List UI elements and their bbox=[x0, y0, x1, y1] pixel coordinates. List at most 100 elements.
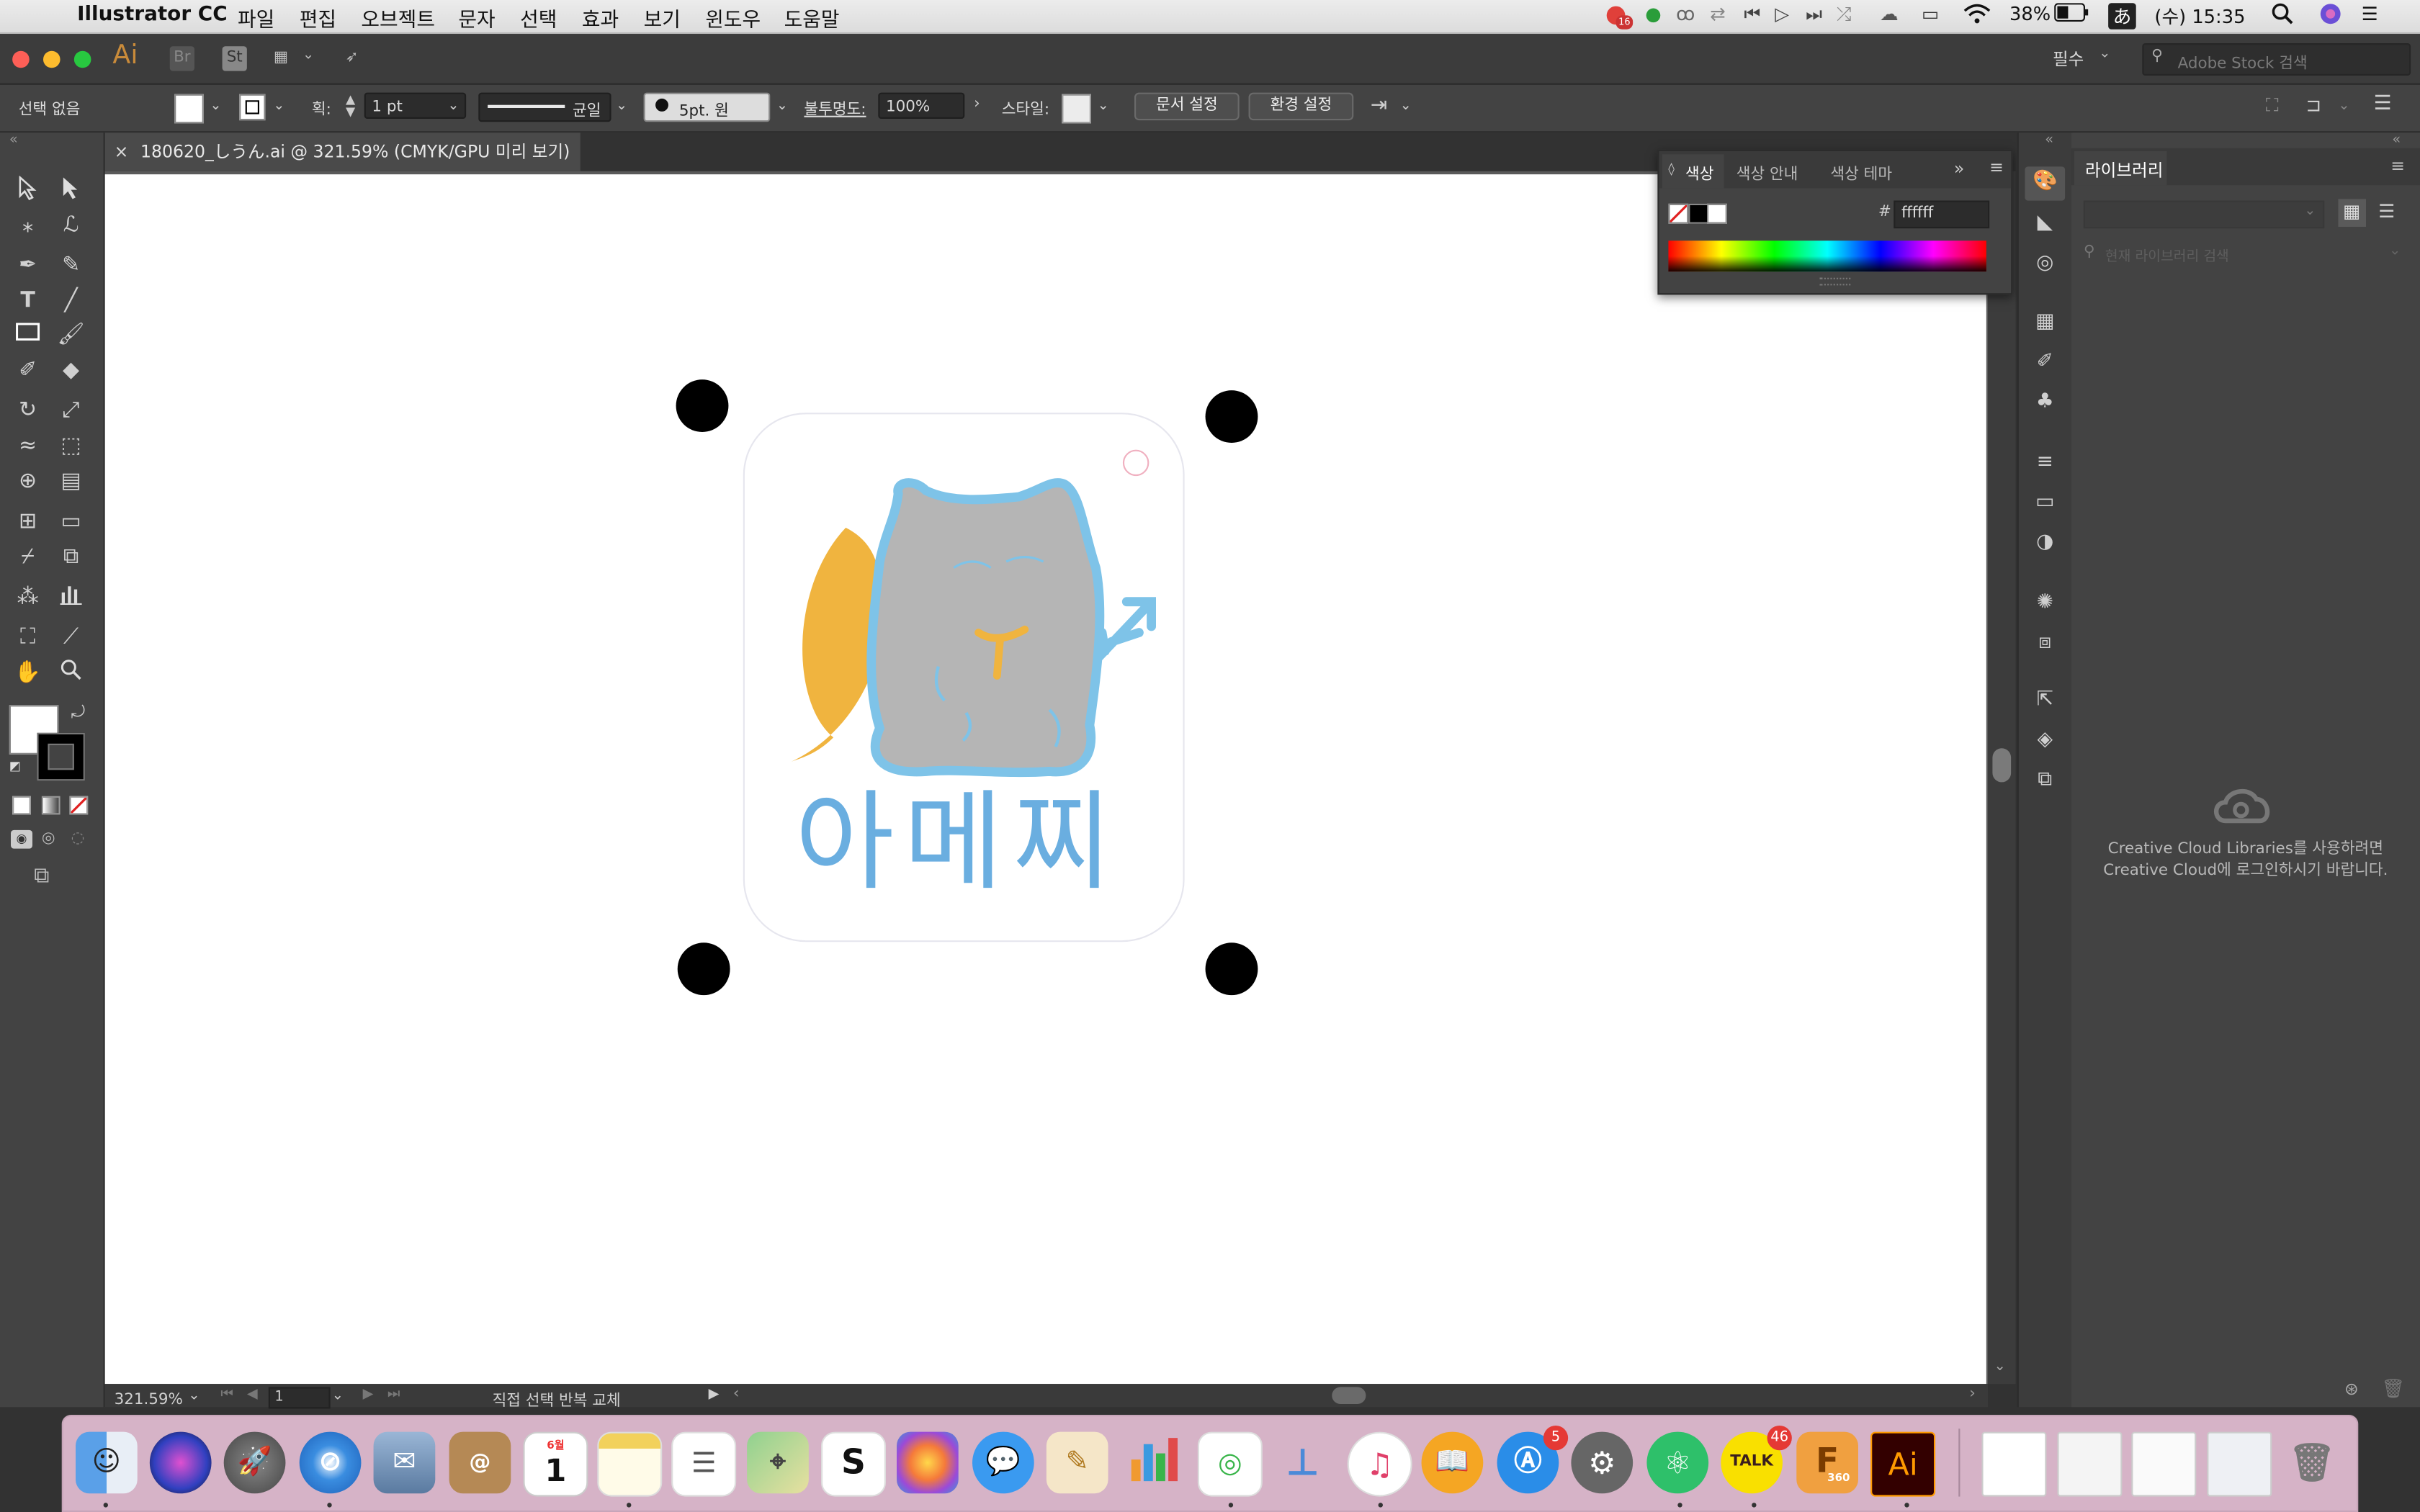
direct-selection-tool-icon[interactable] bbox=[55, 176, 86, 204]
style-chevron-icon[interactable]: ⌄ bbox=[1098, 99, 1109, 114]
vertical-scroll-thumb[interactable] bbox=[1992, 748, 2012, 783]
battery-icon[interactable] bbox=[2054, 3, 2089, 26]
eraser-tool-icon[interactable]: ◆ bbox=[55, 356, 86, 384]
bridge-icon[interactable]: Br bbox=[169, 46, 194, 71]
prev-artboard-icon[interactable]: ◀ bbox=[247, 1387, 258, 1402]
type-tool-icon[interactable]: T bbox=[12, 287, 43, 315]
grid-view-button[interactable]: ▦ bbox=[2338, 199, 2366, 227]
artboards-icon[interactable]: ⧉ bbox=[2033, 768, 2057, 793]
tab-color-themes[interactable]: 색상 테마 bbox=[1830, 161, 1892, 184]
clock[interactable]: (수) 15:35 bbox=[2154, 3, 2245, 29]
play-icon[interactable]: ▷ bbox=[1775, 3, 1789, 24]
stroke-panel-icon[interactable]: ≡ bbox=[2033, 451, 2057, 475]
rotate-tool-icon[interactable]: ↻ bbox=[12, 397, 43, 425]
input-method-icon[interactable]: あ bbox=[2108, 3, 2136, 30]
black-swatch[interactable] bbox=[1688, 203, 1709, 224]
stroke-stepper-icon[interactable]: ▲ ▼ bbox=[346, 94, 355, 119]
status-menu-icon[interactable]: ▶ bbox=[709, 1387, 720, 1402]
panel-menu-icon[interactable]: ≡ bbox=[1989, 158, 2004, 178]
atom-icon[interactable]: ⚛ bbox=[1646, 1431, 1709, 1494]
keynote-icon[interactable]: ⊥ bbox=[1272, 1432, 1334, 1494]
swap-colors-icon[interactable]: ⤾ bbox=[71, 702, 86, 724]
rectangle-tool-icon[interactable] bbox=[12, 321, 43, 349]
first-artboard-icon[interactable]: ⏮ bbox=[220, 1387, 233, 1402]
previous-track-icon[interactable]: ⏮ bbox=[1744, 3, 1760, 26]
curvature-tool-icon[interactable]: ✎ bbox=[55, 251, 86, 279]
menu-help[interactable]: 도움말 bbox=[784, 3, 840, 32]
fusion-360-icon[interactable]: F 360 bbox=[1796, 1431, 1858, 1494]
library-sync-icon[interactable]: ⊛ bbox=[2344, 1380, 2359, 1400]
brushes-icon[interactable]: ✐ bbox=[2033, 350, 2057, 374]
workspace-chevron-icon[interactable]: ⌄ bbox=[2099, 46, 2110, 61]
horizontal-scroll-thumb[interactable] bbox=[1332, 1387, 1366, 1404]
stroke-swatch[interactable] bbox=[239, 94, 266, 121]
opacity-field[interactable]: 100% bbox=[878, 92, 965, 119]
vertical-scrollbar[interactable]: ⌄ bbox=[1988, 171, 2016, 1385]
panel-resize-grip[interactable] bbox=[1819, 277, 1851, 286]
minimize-window-button[interactable] bbox=[43, 50, 60, 68]
align-icon[interactable]: ⊐ bbox=[2305, 94, 2321, 116]
expand-panel-icon[interactable]: » bbox=[1954, 159, 1964, 179]
width-tool-icon[interactable]: ≈ bbox=[12, 432, 43, 460]
library-menu-icon[interactable]: ≡ bbox=[2390, 156, 2405, 176]
document-tab[interactable]: × 180620_しうん.ai @ 321.59% (CMYK/GPU 미리 보… bbox=[104, 132, 581, 171]
display-icon[interactable]: ▭ bbox=[1922, 3, 1939, 24]
collapse-tools-icon[interactable]: « bbox=[9, 132, 18, 148]
preferences-button[interactable]: 환경 설정 bbox=[1248, 92, 1354, 121]
stock-icon[interactable]: St bbox=[222, 46, 247, 71]
library-select[interactable]: ⌄ bbox=[2083, 200, 2325, 229]
contacts-icon[interactable]: @ bbox=[449, 1431, 511, 1494]
menu-select[interactable]: 선택 bbox=[520, 3, 557, 32]
shaper-tool-icon[interactable]: ✐ bbox=[12, 356, 43, 384]
gradient-panel-icon[interactable]: ▭ bbox=[2033, 490, 2057, 515]
chevron-down-icon[interactable]: ⌄ bbox=[302, 48, 314, 63]
tab-libraries[interactable]: 라이브러리 bbox=[2074, 151, 2167, 186]
color-themes-icon[interactable]: ◎ bbox=[2033, 251, 2057, 276]
eyedropper-tool-icon[interactable]: ⌿ bbox=[12, 543, 43, 571]
zoom-window-button[interactable] bbox=[73, 50, 91, 68]
symbol-sprayer-tool-icon[interactable]: ⁂ bbox=[12, 583, 43, 611]
next-track-icon[interactable]: ⏭ bbox=[1806, 3, 1822, 26]
hand-tool-icon[interactable]: ✋ bbox=[12, 659, 43, 687]
arrange-documents-icon[interactable]: ▦ bbox=[269, 46, 293, 71]
opacity-label[interactable]: 불투명도: bbox=[804, 96, 866, 119]
notification-center-icon[interactable]: ☰ bbox=[2362, 3, 2378, 24]
scroll-right-icon[interactable]: › bbox=[1969, 1385, 1976, 1403]
spotlight-search-icon[interactable] bbox=[2272, 3, 2293, 29]
scale-tool-icon[interactable]: ⤢ bbox=[55, 397, 86, 425]
expand-dock-icon[interactable]: « bbox=[2045, 132, 2053, 148]
artboard-tool-icon[interactable]: ⛶ bbox=[12, 624, 43, 652]
blend-tool-icon[interactable]: ⧉ bbox=[55, 543, 86, 571]
color-mode-icon[interactable] bbox=[12, 796, 31, 815]
color-guide-icon[interactable]: ◣ bbox=[2033, 212, 2057, 236]
last-artboard-icon[interactable]: ⏭ bbox=[387, 1387, 400, 1402]
reminders-icon[interactable]: ☰ bbox=[671, 1431, 737, 1497]
control-menu-icon[interactable]: ☰ bbox=[2374, 93, 2392, 116]
tab-color[interactable]: ◊ 색상 bbox=[1662, 154, 1724, 189]
numbers-icon[interactable] bbox=[1122, 1432, 1184, 1494]
calendar-icon[interactable]: 6월 1 bbox=[523, 1431, 588, 1497]
profile-chevron-icon[interactable]: ⌄ bbox=[616, 99, 627, 114]
asset-export-icon[interactable]: ⇱ bbox=[2033, 688, 2057, 713]
transform-icon[interactable]: ⛶ bbox=[2266, 94, 2279, 117]
screen-mode-icon[interactable]: ⧉ bbox=[34, 864, 49, 888]
draw-behind-icon[interactable]: ◎ bbox=[42, 830, 55, 847]
brush-chevron-icon[interactable]: ⌄ bbox=[776, 99, 788, 114]
appearance-icon[interactable]: ✺ bbox=[2033, 591, 2057, 616]
zoom-tool-icon[interactable] bbox=[55, 659, 86, 687]
selection-tool-icon[interactable] bbox=[12, 175, 43, 204]
safari-icon[interactable]: ⊘ bbox=[299, 1431, 362, 1494]
tab-color-guide[interactable]: 색상 안내 bbox=[1736, 161, 1798, 184]
gradient-mode-icon[interactable] bbox=[41, 796, 60, 815]
creative-cloud-icon[interactable]: ☁ bbox=[1880, 3, 1899, 24]
next-artboard-icon[interactable]: ▶ bbox=[363, 1387, 374, 1402]
close-window-button[interactable] bbox=[12, 50, 30, 68]
symbols-icon[interactable]: ♣ bbox=[2033, 390, 2057, 415]
layers-icon[interactable]: ◈ bbox=[2033, 728, 2057, 752]
pages-icon[interactable]: ✎ bbox=[1046, 1431, 1108, 1494]
siri-icon[interactable] bbox=[2320, 3, 2341, 29]
ibooks-icon[interactable]: 📖 bbox=[1421, 1431, 1484, 1494]
shape-builder-tool-icon[interactable]: ⊕ bbox=[12, 467, 43, 495]
hex-input[interactable]: ffffff bbox=[1894, 200, 1990, 229]
slice-tool-icon[interactable]: ⟋ bbox=[55, 624, 86, 652]
